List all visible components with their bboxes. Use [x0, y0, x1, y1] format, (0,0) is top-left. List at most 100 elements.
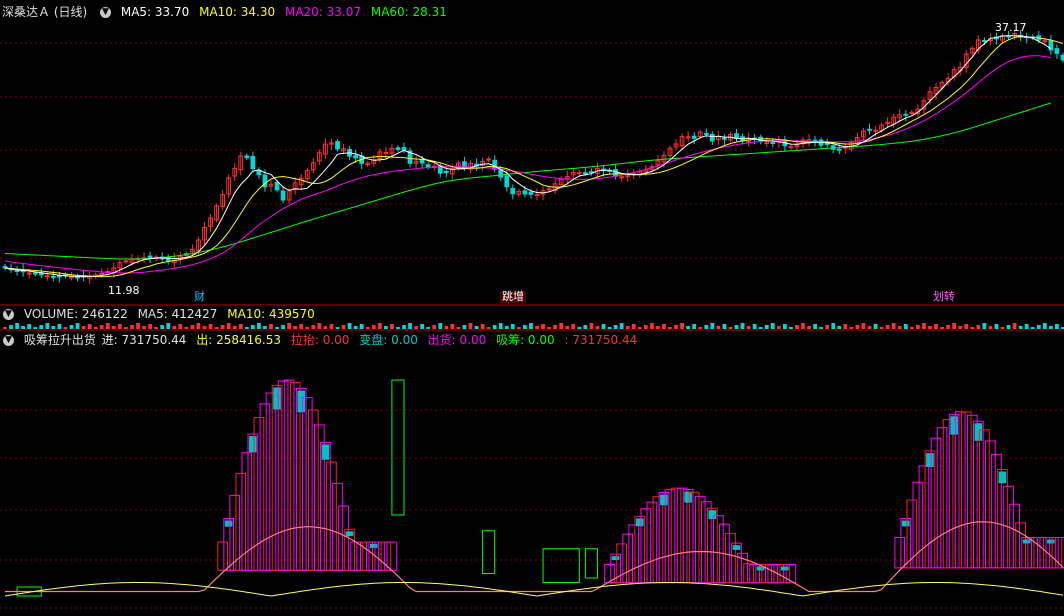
- volume-bar: [45, 323, 50, 329]
- volume-bar: [1024, 324, 1029, 329]
- indicator-bar: [307, 409, 319, 571]
- candle-body: [1042, 40, 1048, 43]
- green-box: [391, 379, 405, 516]
- volume-bar: [250, 325, 255, 329]
- candle-body: [824, 142, 830, 145]
- volume-bar: [976, 325, 981, 329]
- candle-body: [57, 275, 62, 278]
- distribute-fill: [249, 436, 257, 453]
- volume-bar: [728, 327, 733, 329]
- volume-bar: [885, 325, 890, 329]
- volume-bar: [480, 324, 485, 329]
- candlestick-series: [2, 29, 1064, 284]
- volume-bar: [190, 325, 195, 329]
- volume-bar: [414, 326, 418, 329]
- volume-bar: [287, 323, 292, 329]
- volume-bar: [142, 326, 146, 329]
- ma60-label: MA60: 28.31: [370, 5, 447, 19]
- volume-bar: [589, 323, 594, 329]
- candle-body: [873, 129, 878, 132]
- distribute-fill: [732, 545, 741, 550]
- chevron-down-icon[interactable]: ▼: [3, 335, 14, 346]
- candle-body: [147, 255, 153, 258]
- volume-bar: [970, 327, 975, 329]
- candle-body: [691, 135, 697, 139]
- volume-bar: [698, 327, 703, 329]
- volume-bar: [922, 323, 926, 329]
- indicator-bar: [954, 411, 966, 569]
- indicator-bar: [688, 491, 700, 584]
- candle-body: [903, 113, 909, 116]
- candle-body: [353, 155, 359, 159]
- indicator-bar: [386, 541, 398, 571]
- event-tag-finance[interactable]: 财: [192, 291, 207, 303]
- volume-bar: [625, 326, 630, 329]
- volume-bar: [15, 323, 19, 329]
- volume-bar: [220, 325, 225, 329]
- volume-bar: [795, 325, 799, 329]
- indicator-bar: [725, 532, 736, 584]
- indicator-line: [4, 582, 1064, 597]
- volume-bar: [934, 324, 938, 329]
- volume-bar: [160, 325, 165, 329]
- distribute-fill: [345, 531, 354, 537]
- indicator-bars: [4, 379, 1064, 597]
- distribute-fill: [1047, 539, 1055, 544]
- volume-bar: [105, 323, 110, 329]
- candle-body: [788, 146, 794, 149]
- candle-body: [50, 275, 56, 278]
- indicator-bar: [338, 505, 349, 571]
- candle-body: [770, 142, 776, 144]
- indicator-ship: 出货: 0.00: [427, 333, 487, 347]
- distribute-fill: [224, 520, 233, 527]
- event-tag-jump[interactable]: 跳增: [500, 291, 526, 303]
- indicator-bar: [217, 541, 228, 571]
- indicator-bar: [241, 452, 253, 571]
- volume-bar: [988, 326, 993, 329]
- indicator-bar: [997, 468, 1008, 569]
- chevron-down-icon[interactable]: ▼: [3, 309, 14, 320]
- volume-bar: [909, 327, 914, 329]
- volume-bar: [293, 326, 298, 329]
- chevron-down-icon[interactable]: ▼: [100, 7, 112, 18]
- ma20-line: [4, 55, 1051, 274]
- indicator-name: 吸筹拉升出货: [23, 333, 96, 347]
- low-price-label: 11.98: [108, 284, 140, 297]
- candle-body: [280, 190, 286, 201]
- volume-bar: [305, 327, 310, 329]
- volume-bar: [764, 325, 769, 329]
- indicator-bar: [646, 501, 658, 584]
- volume-bar: [21, 326, 26, 329]
- volume-bar: [516, 327, 521, 329]
- volume-bar: [649, 323, 654, 329]
- stock-title: 深桑达Ａ (日线): [2, 5, 88, 19]
- candle-body: [582, 172, 588, 175]
- indicator-bar: [682, 489, 694, 584]
- volume-bar: [789, 327, 793, 329]
- volume-bar: [613, 325, 618, 329]
- distribute-fill: [297, 390, 306, 413]
- volume-bar: [595, 326, 600, 329]
- candle-body: [510, 188, 516, 195]
- volume-bar: [99, 325, 104, 329]
- volume-bar: [93, 327, 98, 329]
- candle-body: [867, 128, 872, 131]
- volume-label: VOLUME: 246122: [23, 307, 128, 321]
- candle-body: [703, 132, 709, 135]
- volume-bar: [915, 325, 920, 329]
- volume-bar: [432, 325, 437, 329]
- volume-bar: [734, 325, 739, 329]
- volume-bar: [202, 326, 207, 329]
- volume-bar: [668, 327, 672, 329]
- indicator-bar: [918, 465, 930, 569]
- volume-bar: [124, 327, 128, 329]
- volume-bar: [861, 323, 866, 329]
- indicator-bar: [332, 482, 343, 571]
- volume-bar: [257, 323, 261, 329]
- volume-bar: [680, 323, 684, 329]
- candle-body: [44, 275, 50, 278]
- volume-bar: [275, 327, 279, 329]
- indicator-bar: [380, 541, 392, 571]
- candle-body: [419, 159, 425, 164]
- event-tag-transfer[interactable]: 划转: [931, 291, 957, 303]
